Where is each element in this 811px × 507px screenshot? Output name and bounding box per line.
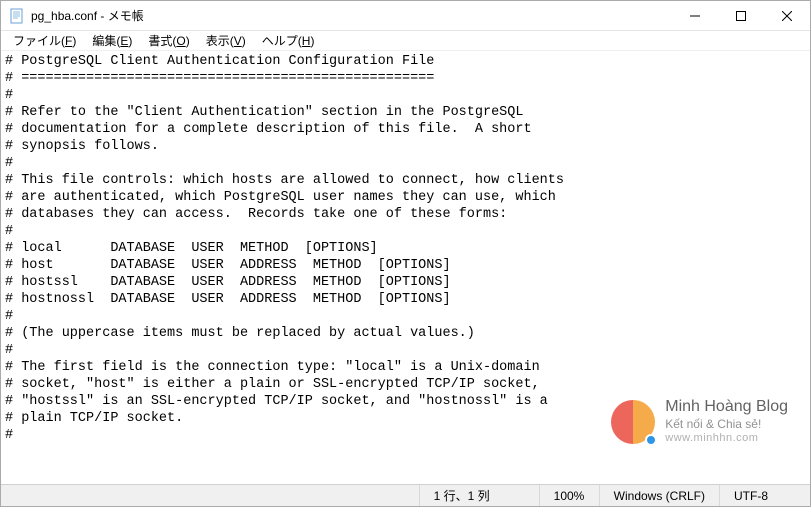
menu-help-mnemonic: H <box>302 34 311 48</box>
menu-view[interactable]: 表示(V) <box>198 30 254 51</box>
status-zoom: 100% <box>540 485 600 506</box>
menu-file[interactable]: ファイル(F) <box>5 30 84 51</box>
titlebar: pg_hba.conf - メモ帳 <box>1 1 810 31</box>
menu-edit[interactable]: 編集(E) <box>84 30 140 51</box>
statusbar: 1 行、1 列 100% Windows (CRLF) UTF-8 <box>1 484 810 506</box>
window-title: pg_hba.conf - メモ帳 <box>31 7 144 24</box>
menu-view-label: 表示 <box>206 34 230 48</box>
minimize-button[interactable] <box>672 1 718 31</box>
status-encoding: UTF-8 <box>720 485 810 506</box>
text-editor[interactable]: # PostgreSQL Client Authentication Confi… <box>1 51 810 484</box>
status-line-ending: Windows (CRLF) <box>600 485 720 506</box>
menubar: ファイル(F) 編集(E) 書式(O) 表示(V) ヘルプ(H) <box>1 31 810 51</box>
menu-format-mnemonic: O <box>176 34 185 48</box>
notepad-app-icon <box>9 8 25 24</box>
notepad-window: pg_hba.conf - メモ帳 ファイル(F) 編集(E) 書式(O) 表示… <box>0 0 811 507</box>
menu-file-mnemonic: F <box>65 34 72 48</box>
status-cursor-position: 1 行、1 列 <box>420 485 540 506</box>
status-spacer <box>1 485 420 506</box>
menu-format-label: 書式 <box>148 34 172 48</box>
menu-file-label: ファイル <box>13 34 61 48</box>
menu-edit-mnemonic: E <box>120 34 128 48</box>
menu-edit-label: 編集 <box>92 34 116 48</box>
menu-format[interactable]: 書式(O) <box>140 30 197 51</box>
close-button[interactable] <box>764 1 810 31</box>
maximize-button[interactable] <box>718 1 764 31</box>
menu-help-label: ヘルプ <box>262 34 298 48</box>
menu-help[interactable]: ヘルプ(H) <box>254 30 323 51</box>
menu-view-mnemonic: V <box>234 34 242 48</box>
editor-area: # PostgreSQL Client Authentication Confi… <box>1 51 810 484</box>
